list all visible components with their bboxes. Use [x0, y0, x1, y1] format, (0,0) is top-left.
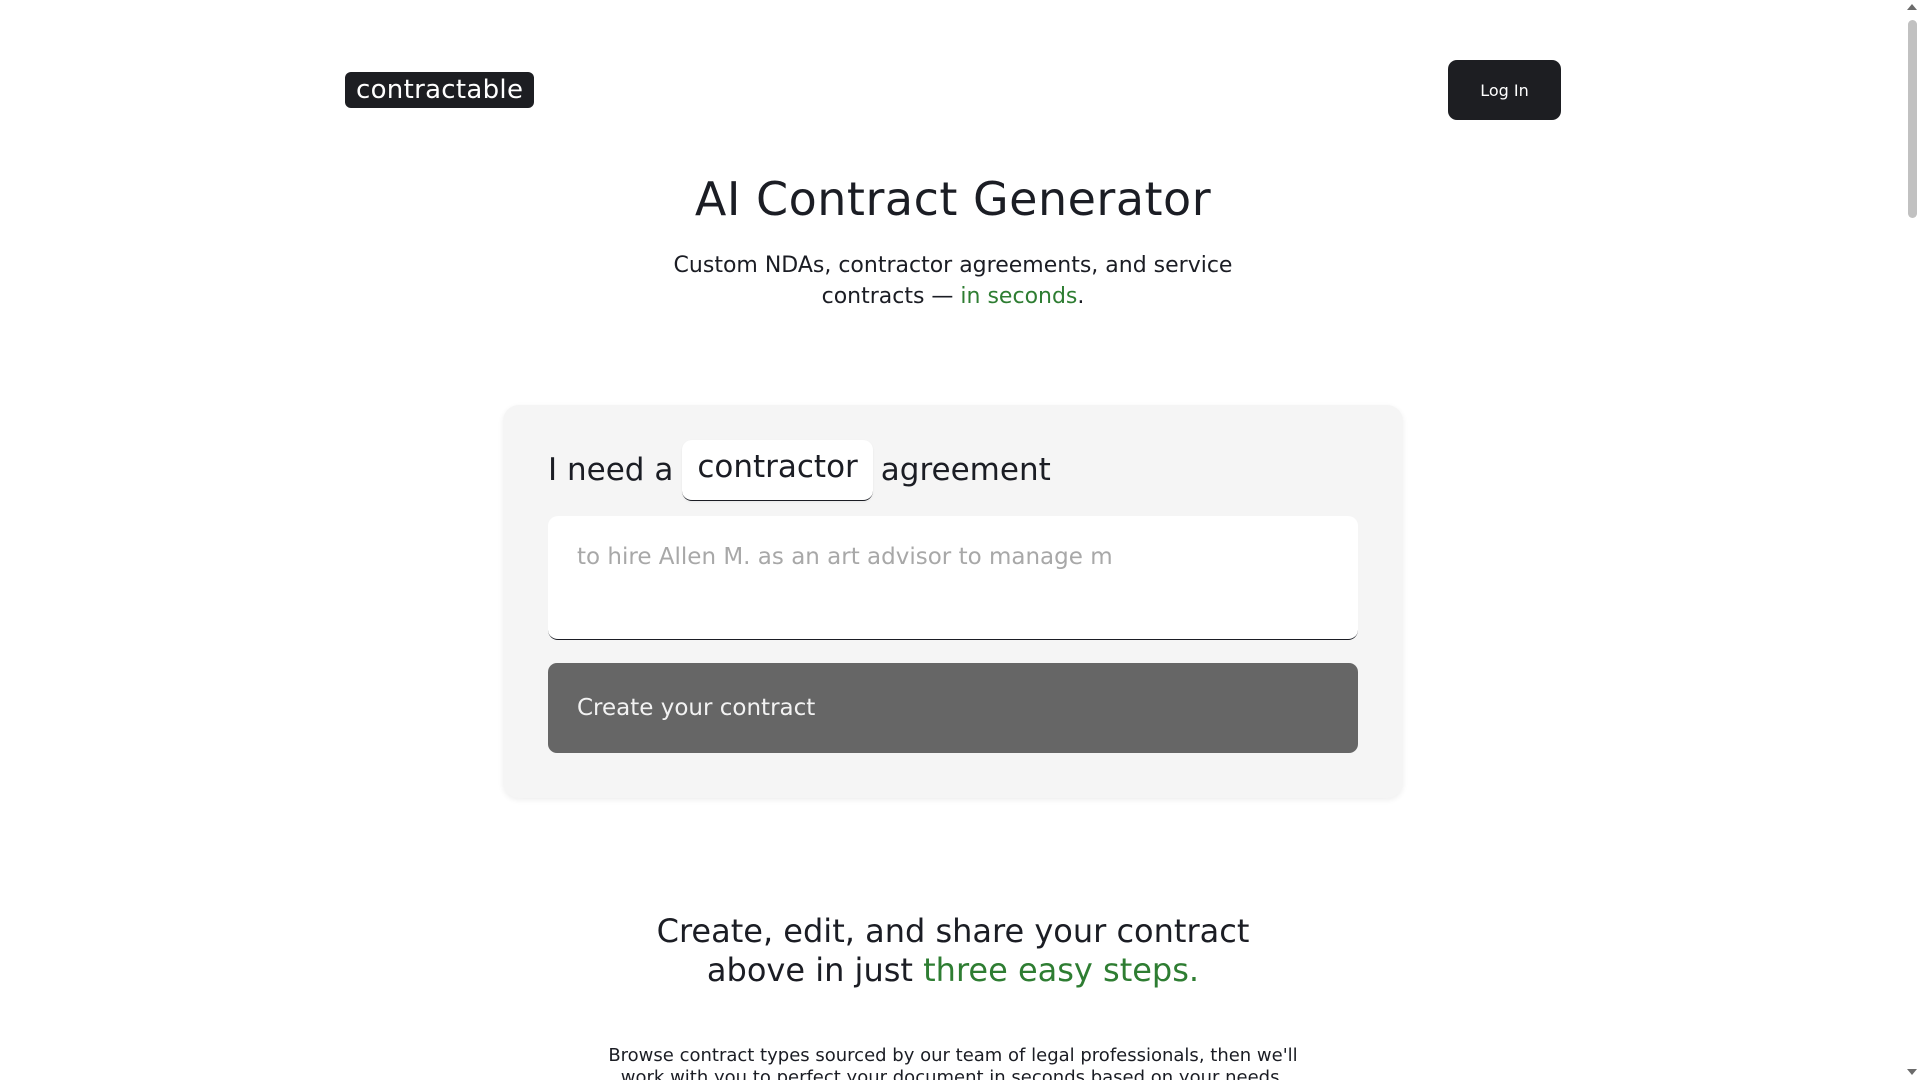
steps-description: Browse contract types sourced by our tea…	[608, 1045, 1298, 1080]
hero-subtitle: Custom NDAs, contractor agreements, and …	[653, 250, 1253, 312]
hero-subtitle-period: .	[1077, 284, 1085, 309]
page: contractable Log In AI Contract Generato…	[0, 0, 1920, 1080]
contract-form-card: I need a contractor agreement Create you…	[503, 405, 1403, 798]
steps-heading: Create, edit, and share your contract ab…	[653, 912, 1253, 990]
log-in-button[interactable]: Log In	[1448, 60, 1561, 120]
scroll-down-arrow-icon[interactable]	[1907, 1069, 1917, 1075]
page-title: AI Contract Generator	[694, 172, 1212, 226]
steps-heading-accent: three easy steps.	[923, 951, 1200, 989]
contract-description-input[interactable]	[548, 516, 1358, 640]
contractable-logo[interactable]: contractable	[345, 72, 535, 108]
hero-subtitle-accent: in seconds	[960, 284, 1078, 309]
create-contract-button[interactable]: Create your contract	[548, 663, 1358, 753]
contract-type-select[interactable]: contractor	[682, 439, 873, 501]
contract-type-sentence: I need a contractor agreement	[548, 439, 1051, 501]
page-scrollbar[interactable]	[1905, 0, 1920, 1080]
scroll-up-arrow-icon[interactable]	[1907, 4, 1917, 10]
scrollbar-thumb[interactable]	[1908, 20, 1917, 218]
contract-type-prefix: I need a	[548, 452, 674, 488]
contract-type-suffix: agreement	[880, 452, 1051, 488]
hero-subtitle-text: Custom NDAs, contractor agreements, and …	[673, 253, 1233, 309]
